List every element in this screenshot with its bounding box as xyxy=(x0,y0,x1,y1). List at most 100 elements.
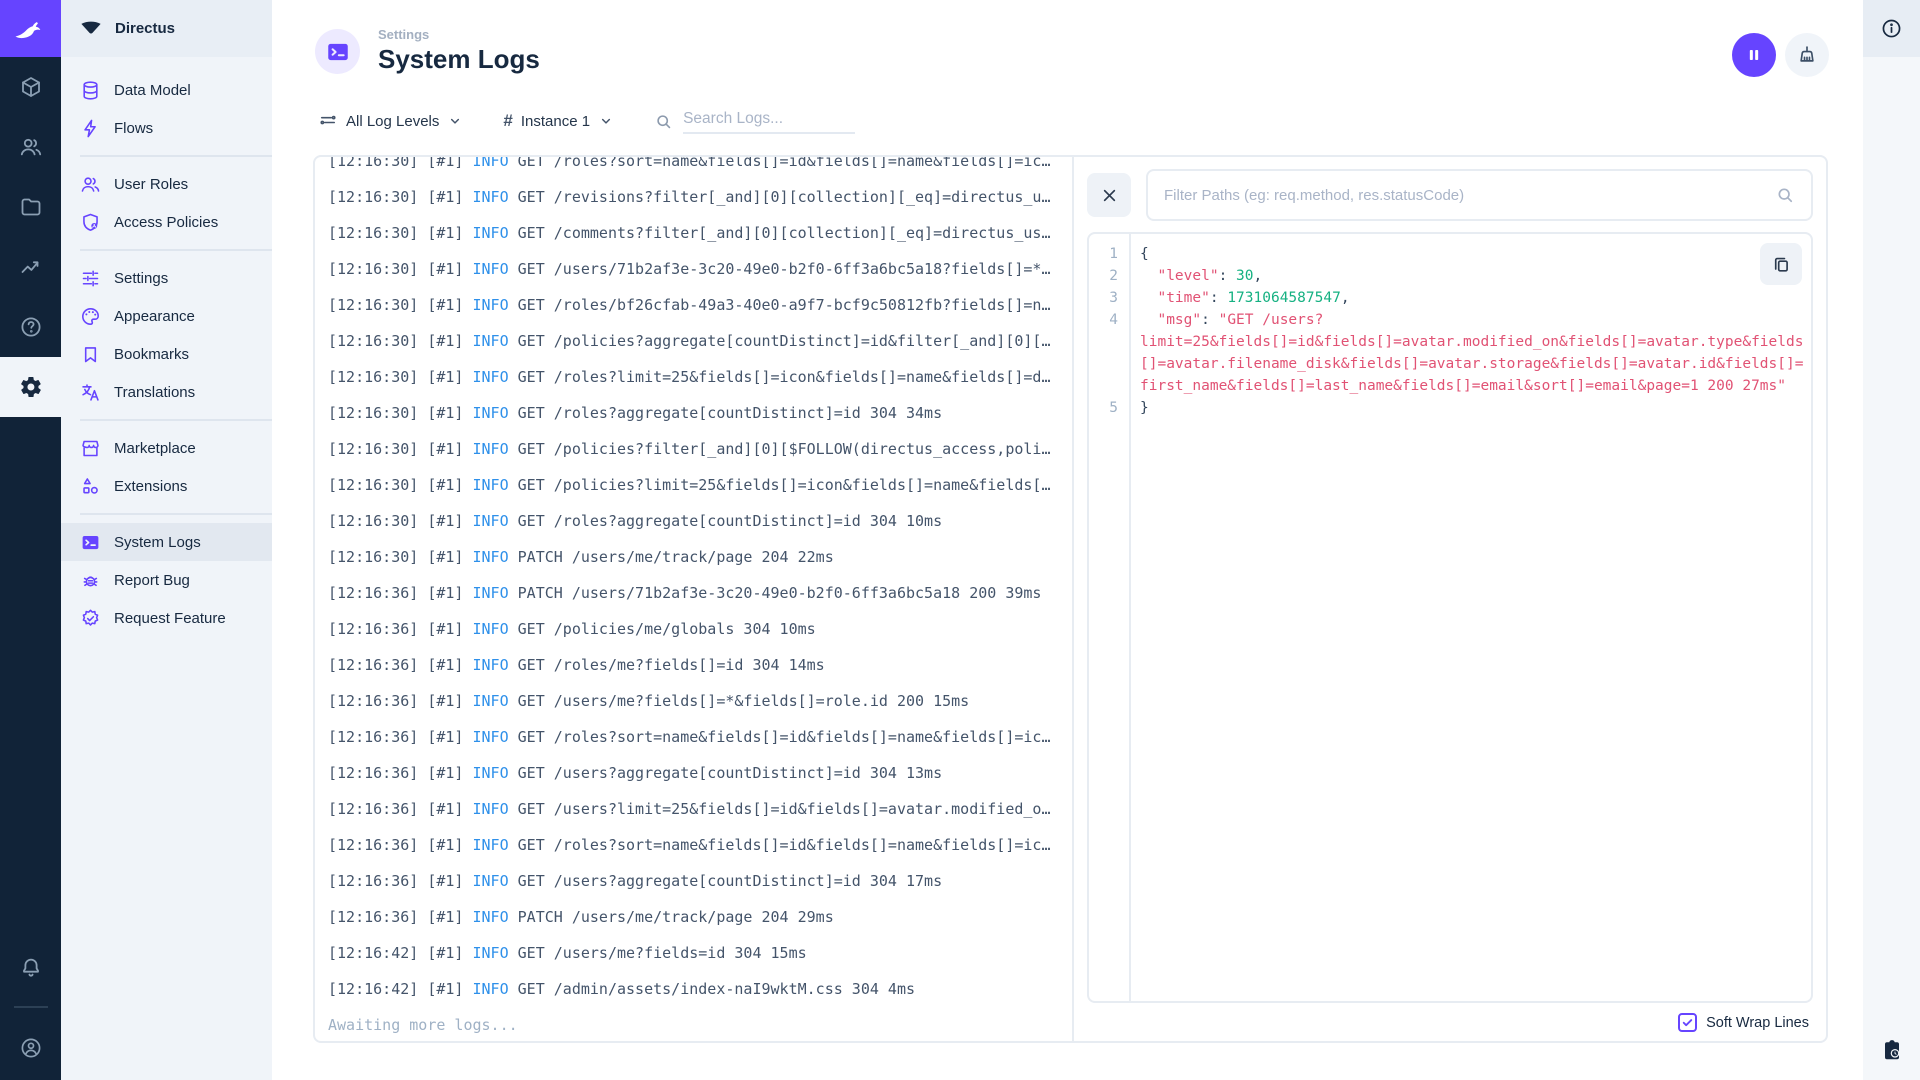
log-detail-code: 1{2 "level": 30, 3 "time": 1731064587547,… xyxy=(1087,232,1813,1003)
verified-icon xyxy=(80,608,101,629)
log-row[interactable]: [12:16:30] [#1] INFO GET /roles?aggregat… xyxy=(328,395,1072,431)
project-header[interactable]: Directus xyxy=(61,0,272,57)
log-row[interactable]: [12:16:30] [#1] INFO GET /roles?limit=25… xyxy=(328,359,1072,395)
log-row[interactable]: [12:16:30] [#1] INFO GET /roles/bf26cfab… xyxy=(328,287,1072,323)
sidebar-item-access-policies[interactable]: Access Policies xyxy=(61,203,272,241)
log-row[interactable]: [12:16:30] [#1] INFO GET /comments?filte… xyxy=(328,215,1072,251)
close-detail-button[interactable] xyxy=(1087,173,1131,217)
log-row[interactable]: [12:16:42] [#1] INFO GET /users/me?field… xyxy=(328,935,1072,971)
broom-icon xyxy=(1796,44,1818,66)
log-message: GET /roles?sort=name&fields[]=id&fields[… xyxy=(508,157,1051,170)
info-sidebar-toggle[interactable] xyxy=(1863,0,1920,57)
log-level: INFO xyxy=(472,872,509,890)
directus-logo[interactable] xyxy=(0,0,61,57)
sidebar-item-settings[interactable]: Settings xyxy=(61,259,272,297)
log-row[interactable]: [12:16:36] [#1] INFO GET /roles/me?field… xyxy=(328,647,1072,683)
log-level: INFO xyxy=(472,296,509,314)
navigation-sidebar: Directus Data Model Flows User Roles Access… xyxy=(61,0,272,1080)
log-level: INFO xyxy=(472,800,509,818)
log-row[interactable]: [12:16:36] [#1] INFO GET /users?aggregat… xyxy=(328,863,1072,899)
log-level: INFO xyxy=(472,332,509,350)
module-content-icon[interactable] xyxy=(0,57,61,117)
module-insights-icon[interactable] xyxy=(0,237,61,297)
filter-paths-input[interactable] xyxy=(1164,186,1765,204)
log-level-dropdown[interactable]: All Log Levels xyxy=(318,111,463,131)
sidebar-item-label: Report Bug xyxy=(114,571,190,589)
log-row[interactable]: [12:16:36] [#1] INFO GET /roles?sort=nam… xyxy=(328,827,1072,863)
log-row[interactable]: [12:16:42] [#1] INFO GET /admin/assets/i… xyxy=(328,971,1072,1007)
log-row[interactable]: [12:16:36] [#1] INFO PATCH /users/71b2af… xyxy=(328,575,1072,611)
gutter-divider xyxy=(1129,234,1131,1001)
log-row[interactable]: [12:16:30] [#1] INFO GET /policies?aggre… xyxy=(328,323,1072,359)
bookmark-icon xyxy=(80,344,101,365)
search-icon xyxy=(1775,185,1795,205)
log-row[interactable]: [12:16:36] [#1] INFO GET /users?aggregat… xyxy=(328,755,1072,791)
notifications-bell-icon[interactable] xyxy=(0,938,61,998)
log-row[interactable]: [12:16:36] [#1] INFO GET /users?limit=25… xyxy=(328,791,1072,827)
sidebar-item-extensions[interactable]: Extensions xyxy=(61,467,272,505)
sidebar-item-appearance[interactable]: Appearance xyxy=(61,297,272,335)
sidebar-item-data-model[interactable]: Data Model xyxy=(61,71,272,109)
line-number: 5 xyxy=(1109,400,1118,416)
log-message: GET /policies?limit=25&fields[]=icon&fie… xyxy=(508,476,1051,494)
extension-icon xyxy=(80,476,101,497)
log-row[interactable]: [12:16:30] [#1] INFO PATCH /users/me/tra… xyxy=(328,539,1072,575)
sidebar-item-request-feature[interactable]: Request Feature xyxy=(61,599,272,637)
log-row[interactable]: [12:16:30] [#1] INFO GET /roles?aggregat… xyxy=(328,503,1072,539)
activity-log-toggle[interactable] xyxy=(1880,1038,1904,1080)
clear-logs-button[interactable] xyxy=(1785,33,1829,77)
search-input[interactable] xyxy=(683,108,856,134)
line-number: 2 xyxy=(1109,268,1118,284)
sidebar-item-report-bug[interactable]: Report Bug xyxy=(61,561,272,599)
log-message: GET /policies/me/globals 304 10ms xyxy=(508,620,816,638)
log-row[interactable]: [12:16:30] [#1] INFO GET /roles?sort=nam… xyxy=(328,157,1072,179)
sidebar-item-bookmarks[interactable]: Bookmarks xyxy=(61,335,272,373)
avatar[interactable] xyxy=(0,1016,61,1080)
module-settings-icon[interactable] xyxy=(0,357,61,417)
log-message: GET /users?aggregate[countDistinct]=id 3… xyxy=(508,764,943,782)
log-row[interactable]: [12:16:36] [#1] INFO PATCH /users/me/tra… xyxy=(328,899,1072,935)
log-level: INFO xyxy=(472,548,509,566)
module-users-icon[interactable] xyxy=(0,117,61,177)
sidebar-item-translations[interactable]: Translations xyxy=(61,373,272,411)
module-help-icon[interactable] xyxy=(0,297,61,357)
sidebar-item-label: Flows xyxy=(114,119,154,137)
log-level: INFO xyxy=(472,440,509,458)
log-row[interactable]: [12:16:36] [#1] INFO GET /roles?sort=nam… xyxy=(328,719,1072,755)
log-row[interactable]: [12:16:30] [#1] INFO GET /users/71b2af3e… xyxy=(328,251,1072,287)
log-row[interactable]: [12:16:30] [#1] INFO GET /policies?limit… xyxy=(328,467,1072,503)
module-files-icon[interactable] xyxy=(0,177,61,237)
log-panel: [12:16:30] [#1] INFO GET /roles?sort=nam… xyxy=(313,155,1828,1043)
pause-logs-button[interactable] xyxy=(1732,33,1776,77)
instance-dropdown[interactable]: # Instance 1 xyxy=(503,111,614,131)
sidebar-item-user-roles[interactable]: User Roles xyxy=(61,165,272,203)
code-line: []=avatar.filename_disk&fields[]=avatar.… xyxy=(1089,353,1811,375)
tune-icon xyxy=(80,268,101,289)
sidebar-item-marketplace[interactable]: Marketplace xyxy=(61,429,272,467)
log-toolbar: All Log Levels # Instance 1 xyxy=(318,107,856,135)
code-line: 5} xyxy=(1089,397,1811,419)
log-row[interactable]: [12:16:30] [#1] INFO GET /revisions?filt… xyxy=(328,179,1072,215)
sidebar-item-system-logs[interactable]: System Logs xyxy=(61,523,272,561)
soft-wrap-label[interactable]: Soft Wrap Lines xyxy=(1706,1015,1809,1031)
instance-label: Instance 1 xyxy=(520,112,591,130)
log-message: GET /policies?aggregate[countDistinct]=i… xyxy=(508,332,1051,350)
log-row[interactable]: [12:16:36] [#1] INFO GET /policies/me/gl… xyxy=(328,611,1072,647)
breadcrumb[interactable]: Settings xyxy=(378,27,540,42)
sidebar-item-label: Access Policies xyxy=(114,213,219,231)
log-row[interactable]: [12:16:30] [#1] INFO GET /policies?filte… xyxy=(328,431,1072,467)
soft-wrap-checkbox[interactable] xyxy=(1678,1013,1698,1032)
sidebar-item-label: Data Model xyxy=(114,81,191,99)
bug-icon xyxy=(80,570,101,591)
line-number xyxy=(1089,353,1129,375)
log-level: INFO xyxy=(472,512,509,530)
shield-user-icon xyxy=(80,212,101,233)
line-number: 4 xyxy=(1109,312,1118,328)
log-message: GET /users/me?fields=id 304 15ms xyxy=(508,944,807,962)
chevron-down-icon xyxy=(447,113,463,129)
translate-icon xyxy=(80,382,101,403)
log-row[interactable]: [12:16:36] [#1] INFO GET /users/me?field… xyxy=(328,683,1072,719)
log-message: GET /roles?sort=name&fields[]=id&fields[… xyxy=(508,728,1051,746)
sidebar-item-flows[interactable]: Flows xyxy=(61,109,272,147)
copy-button[interactable] xyxy=(1760,243,1802,285)
